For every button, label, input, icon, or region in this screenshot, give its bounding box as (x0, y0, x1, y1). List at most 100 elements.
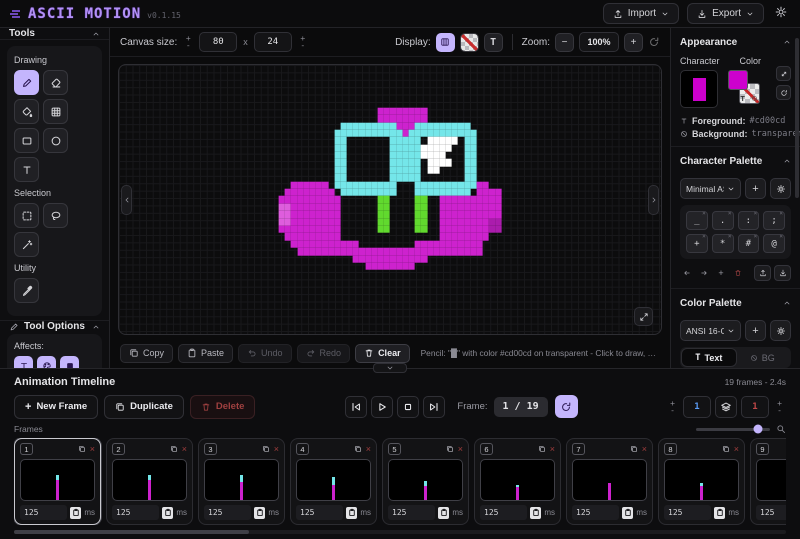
fullscreen-canvas-button[interactable] (634, 307, 653, 326)
delete-frame-icon[interactable]: × (734, 445, 739, 454)
remove-char-icon[interactable]: × (754, 234, 758, 240)
apply-duration-icon[interactable] (714, 507, 725, 519)
ascii-canvas[interactable] (118, 64, 662, 335)
toggle-character-button[interactable]: T (484, 33, 503, 52)
scroll-left-button[interactable] (121, 185, 132, 215)
frame-duration-input[interactable]: 125 (664, 505, 711, 520)
paste-button[interactable]: Paste (178, 344, 233, 363)
remove-char-icon[interactable]: × (702, 211, 706, 217)
foreground-color-swatch[interactable] (728, 70, 748, 90)
remove-char-icon[interactable]: × (702, 234, 706, 240)
toggle-grid-button[interactable] (436, 33, 455, 52)
onion-count-stepper[interactable]: +- (773, 396, 786, 418)
skip-to-end-button[interactable] (423, 396, 445, 418)
frames-scrollbar[interactable] (14, 530, 786, 534)
apply-duration-icon[interactable] (346, 507, 357, 519)
redo-button[interactable]: Redo (297, 344, 351, 363)
canvas-width-input[interactable]: 80 (199, 32, 237, 52)
frame-duration-input[interactable]: 125 (572, 505, 619, 520)
palette-add-button[interactable]: + (714, 266, 728, 280)
theme-toggle-button[interactable] (772, 5, 790, 23)
apply-duration-icon[interactable] (162, 507, 173, 519)
thumbnail-size-slider[interactable] (696, 428, 770, 431)
apply-duration-icon[interactable] (254, 507, 265, 519)
clear-button[interactable]: Clear (355, 344, 410, 363)
canvas-width-stepper[interactable]: +- (182, 32, 194, 52)
palette-char-button[interactable]: +× (686, 234, 708, 253)
frame-card-8[interactable]: 8×125ms (658, 438, 745, 525)
remove-char-icon[interactable]: × (754, 211, 758, 217)
palette-char-button[interactable]: @× (763, 234, 785, 253)
frame-thumbnail[interactable] (296, 459, 371, 501)
frame-duration-input[interactable]: 125 (756, 505, 786, 520)
tool-pattern-brush-button[interactable] (43, 99, 68, 124)
tool-fill-button[interactable] (14, 99, 39, 124)
frame-card-1[interactable]: 1×125ms (14, 438, 101, 525)
apply-duration-icon[interactable] (70, 507, 81, 519)
collapse-timeline-tab[interactable] (373, 363, 407, 373)
delete-frame-icon[interactable]: × (366, 445, 371, 454)
tools-section-header[interactable]: Tools (0, 28, 109, 40)
frame-thumbnail[interactable] (664, 459, 739, 501)
duplicate-frame-icon[interactable] (446, 445, 454, 453)
frame-thumbnail[interactable] (20, 459, 95, 501)
previous-frames-count[interactable]: 1 (683, 396, 711, 418)
duplicate-frame-icon[interactable] (354, 445, 362, 453)
palette-delete-button[interactable] (731, 266, 745, 280)
frame-duration-input[interactable]: 125 (480, 505, 527, 520)
skip-to-start-button[interactable] (345, 396, 367, 418)
reset-colors-button[interactable] (776, 85, 791, 100)
tool-eyedropper-button[interactable] (14, 278, 39, 303)
play-button[interactable] (371, 396, 393, 418)
tool-options-section-header[interactable]: Tool Options (0, 320, 109, 332)
palette-next-button[interactable] (697, 266, 711, 280)
next-frames-count[interactable]: 1 (741, 396, 769, 418)
zoom-reset-icon[interactable] (648, 36, 660, 48)
apply-duration-icon[interactable] (530, 507, 541, 519)
palette-char-button[interactable]: #× (738, 234, 760, 253)
character-swatch[interactable] (680, 70, 718, 108)
toggle-transparency-button[interactable] (460, 33, 479, 52)
palette-char-button[interactable]: _× (686, 211, 708, 230)
frame-card-3[interactable]: 3×125ms (198, 438, 285, 525)
frames-scrollbar-thumb[interactable] (14, 530, 249, 534)
delete-frame-icon[interactable]: × (642, 445, 647, 454)
loop-toggle-button[interactable] (555, 395, 578, 418)
undo-button[interactable]: Undo (238, 344, 292, 363)
delete-frame-button[interactable]: Delete (190, 395, 256, 419)
scroll-right-button[interactable] (648, 185, 659, 215)
onion-skin-button[interactable] (715, 396, 737, 418)
slider-thumb[interactable] (754, 425, 763, 434)
tool-magic-wand-button[interactable] (14, 232, 39, 257)
remove-char-icon[interactable]: × (728, 211, 732, 217)
character-palette-section-header[interactable]: Character Palette (680, 147, 791, 175)
frame-card-5[interactable]: 5×125ms (382, 438, 469, 525)
canvas-height-input[interactable]: 24 (254, 32, 292, 52)
palette-prev-button[interactable] (680, 266, 694, 280)
frame-card-4[interactable]: 4×125ms (290, 438, 377, 525)
zoom-out-button[interactable]: − (555, 33, 574, 52)
palette-char-button[interactable]: :× (738, 211, 760, 230)
tool-ellipse-button[interactable] (43, 128, 68, 153)
frame-duration-input[interactable]: 125 (112, 505, 159, 520)
appearance-section-header[interactable]: Appearance (680, 28, 791, 56)
palette-char-button[interactable]: ;× (763, 211, 785, 230)
frame-thumbnail[interactable] (572, 459, 647, 501)
duplicate-frame-icon[interactable] (262, 445, 270, 453)
zoom-in-button[interactable]: + (624, 33, 643, 52)
frame-thumbnail[interactable] (204, 459, 279, 501)
color-palette-settings-button[interactable] (770, 320, 791, 341)
frame-thumbnail[interactable] (756, 459, 786, 501)
tool-rect-select-button[interactable] (14, 203, 39, 228)
frame-duration-input[interactable]: 125 (204, 505, 251, 520)
apply-duration-icon[interactable] (438, 507, 449, 519)
frame-duration-input[interactable]: 125 (388, 505, 435, 520)
delete-frame-icon[interactable]: × (458, 445, 463, 454)
character-palette-settings-button[interactable] (770, 178, 791, 199)
copy-button[interactable]: Copy (120, 344, 173, 363)
remove-char-icon[interactable]: × (728, 234, 732, 240)
sidebar-scrollbar[interactable] (795, 38, 799, 198)
duplicate-frame-button[interactable]: Duplicate (104, 395, 184, 419)
frame-card-7[interactable]: 7×125ms (566, 438, 653, 525)
palette-char-button[interactable]: .× (712, 211, 734, 230)
